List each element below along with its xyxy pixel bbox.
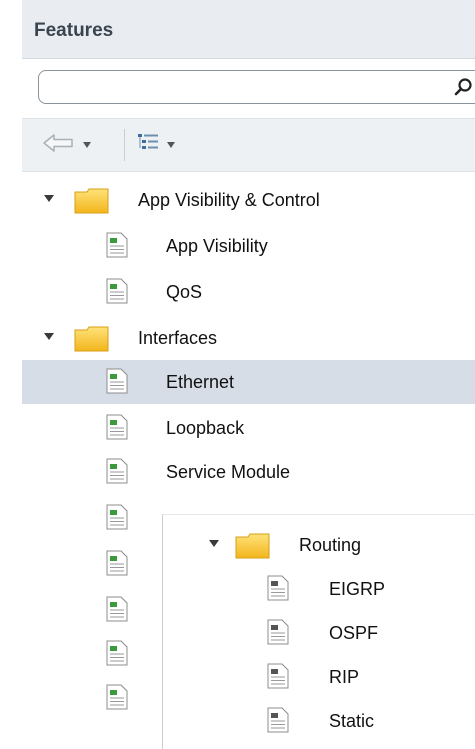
search-icon[interactable]	[453, 77, 473, 97]
chevron-down-icon	[166, 136, 176, 154]
document-icon	[106, 232, 128, 258]
tree-toolbar	[22, 118, 475, 172]
tree-item-label: App Visibility	[166, 236, 268, 256]
tree-item-label: QoS	[166, 282, 203, 302]
document-icon	[106, 684, 128, 710]
tree-view-button[interactable]	[136, 131, 176, 159]
document-icon	[106, 596, 128, 622]
folder-icon	[235, 533, 271, 559]
tree-item-ospf[interactable]: OSPF	[163, 611, 475, 655]
tree-item-static[interactable]: Static	[163, 699, 475, 743]
tree-item-label: OSPF	[329, 623, 379, 643]
document-icon	[106, 368, 128, 394]
tree-item-label: Static	[329, 711, 375, 731]
tree-item-service-module[interactable]: Service Module	[22, 450, 475, 494]
back-arrow-icon	[42, 132, 76, 159]
tree-item-loopback[interactable]: Loopback	[22, 406, 475, 450]
document-icon	[267, 707, 289, 733]
tree-item-label: RIP	[329, 667, 360, 687]
panel-title: Features	[34, 20, 114, 41]
tree-view-icon	[136, 132, 160, 159]
tree-item-ethernet[interactable]: Ethernet	[22, 360, 475, 404]
document-icon	[106, 550, 128, 576]
expand-triangle-icon[interactable]	[44, 333, 54, 340]
tree-group-label: Interfaces	[138, 328, 218, 348]
chevron-down-icon	[82, 136, 92, 154]
document-icon	[106, 278, 128, 304]
tree-item-app-visibility[interactable]: App Visibility	[22, 224, 475, 268]
tree-item-rip[interactable]: RIP	[163, 655, 475, 699]
tree-group-interfaces[interactable]: Interfaces	[22, 316, 475, 360]
routing-inset: Routing EIGRP OSPF RIP Static	[162, 514, 475, 749]
tree-group-label: App Visibility & Control	[138, 190, 320, 210]
expand-triangle-icon[interactable]	[209, 540, 219, 547]
tree-group-app-visibility-control[interactable]: App Visibility & Control	[22, 178, 475, 222]
tree-group-routing[interactable]: Routing	[163, 523, 475, 567]
tree-item-label: Loopback	[166, 418, 245, 438]
tree-item-qos[interactable]: QoS	[22, 270, 475, 314]
document-icon	[106, 414, 128, 440]
document-icon	[267, 663, 289, 689]
folder-icon	[74, 326, 110, 352]
document-icon	[106, 458, 128, 484]
toolbar-divider	[124, 129, 125, 161]
back-button[interactable]	[42, 131, 92, 159]
tree-group-label: Routing	[299, 535, 362, 555]
panel-header: Features	[22, 0, 475, 59]
tree-item-label: Ethernet	[166, 372, 235, 392]
search-input[interactable]	[49, 71, 443, 103]
document-icon	[106, 640, 128, 666]
tree-item-label: EIGRP	[329, 579, 386, 599]
search-box[interactable]	[38, 70, 475, 104]
document-icon	[267, 575, 289, 601]
folder-icon	[74, 188, 110, 214]
document-icon	[106, 504, 128, 530]
tree-item-label: Service Module	[166, 462, 291, 482]
tree-item-eigrp[interactable]: EIGRP	[163, 567, 475, 611]
document-icon	[267, 619, 289, 645]
expand-triangle-icon[interactable]	[44, 195, 54, 202]
